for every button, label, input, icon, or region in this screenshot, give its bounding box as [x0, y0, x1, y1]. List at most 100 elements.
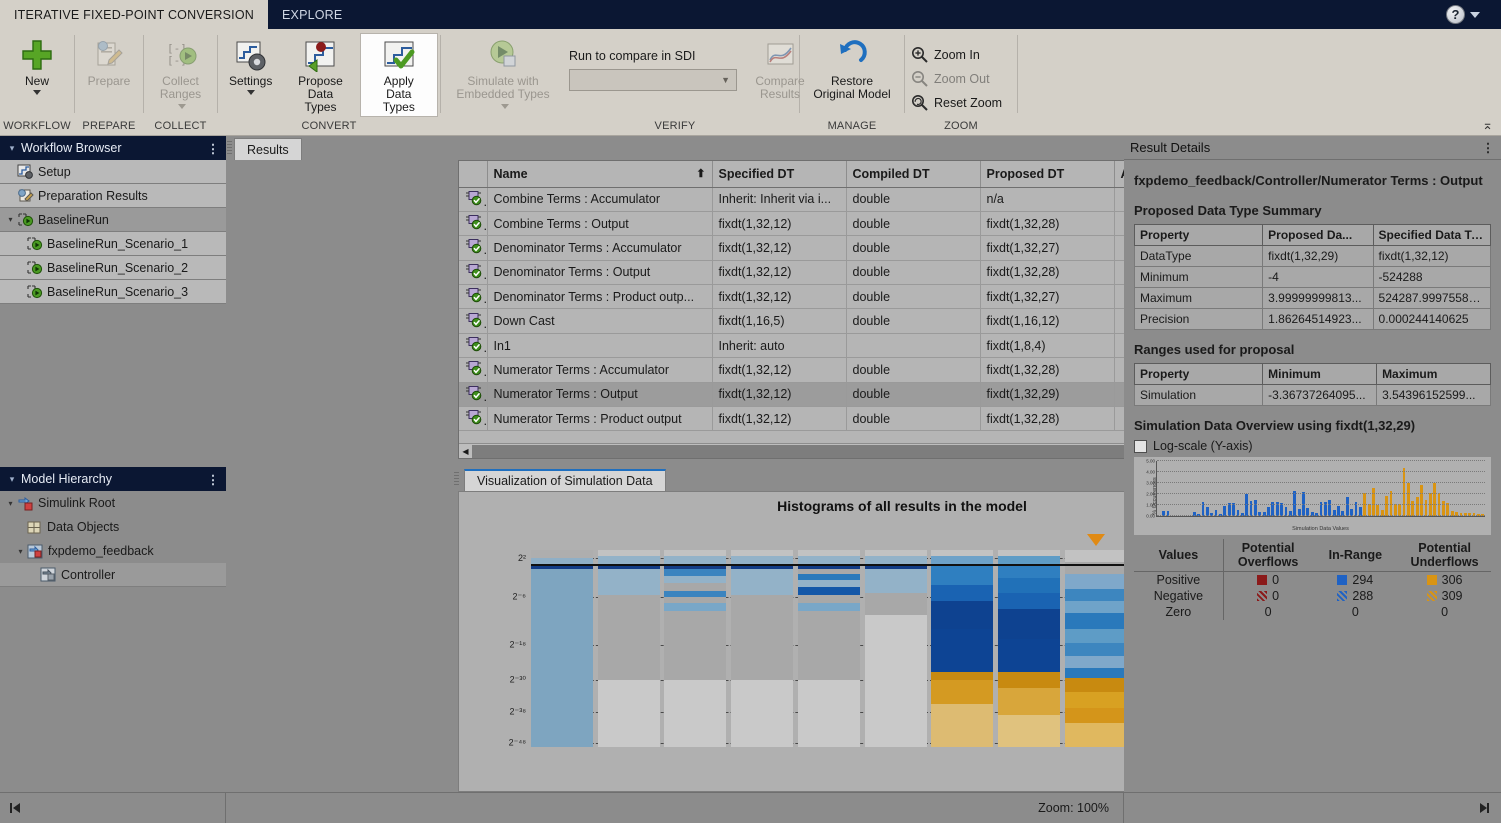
- workflow-browser-menu-icon[interactable]: ⋮: [206, 141, 220, 156]
- histogram-column[interactable]: [1065, 550, 1127, 747]
- chevron-down-icon[interactable]: ▾: [6, 474, 18, 485]
- table-row: Precision1.86264514923...0.000244140625: [1135, 309, 1491, 330]
- compiled-dt-cell: double: [846, 187, 980, 211]
- run-to-compare-select[interactable]: ▼: [569, 69, 737, 91]
- reset-zoom-button[interactable]: Reset Zoom: [907, 91, 1002, 115]
- result-details-menu-icon[interactable]: ⋮: [1481, 140, 1495, 155]
- preparation-results-icon: [17, 188, 34, 203]
- histogram-column[interactable]: [931, 550, 993, 747]
- mini-chart-bar: [1385, 496, 1388, 516]
- scroll-left-arrow[interactable]: ◀: [459, 447, 472, 456]
- column-header-compiled-dt[interactable]: Compiled DT: [846, 161, 980, 187]
- question-mark-icon[interactable]: ?: [1446, 5, 1465, 24]
- mini-chart-y-tick-label: 2.00: [1146, 492, 1157, 497]
- sidebar-item-preparation-results[interactable]: Preparation Results: [0, 184, 226, 208]
- sidebar-item-baselinerun-scenario-3[interactable]: BaselineRun_Scenario_3: [0, 280, 226, 304]
- result-name-cell: Denominator Terms : Accumulator: [487, 236, 712, 260]
- histogram-bin: [998, 639, 1060, 672]
- prepare-button[interactable]: Prepare: [79, 33, 140, 91]
- column-header-in-range: In-Range: [1313, 539, 1399, 572]
- column-header-name[interactable]: Name ⬆: [487, 161, 712, 187]
- chevron-down-icon[interactable]: [33, 90, 41, 95]
- histogram-bin: [798, 556, 860, 564]
- column-header-icon[interactable]: [459, 161, 487, 187]
- histogram-column[interactable]: [998, 550, 1060, 747]
- panel-gripper[interactable]: [227, 141, 232, 155]
- histogram-column[interactable]: [798, 550, 860, 747]
- model-hierarchy-menu-icon[interactable]: ⋮: [206, 472, 220, 487]
- sort-ascending-icon: ⬆: [696, 167, 705, 180]
- apply-data-types-button[interactable]: ApplyData Types: [360, 33, 438, 117]
- model-icon: [27, 544, 44, 559]
- proposed-dt-cell: fixdt(1,32,27): [980, 285, 1114, 309]
- sidebar-item-data-objects[interactable]: Data Objects: [0, 515, 226, 539]
- simulate-with-embedded-types-button[interactable]: Simulate withEmbedded Types: [443, 33, 563, 117]
- chart-y-tick-label: 2⁻⁶: [513, 592, 531, 603]
- log-scale-label: Log-scale (Y-axis): [1153, 439, 1253, 453]
- result-ok-icon: [459, 407, 487, 431]
- zoom-out-button[interactable]: Zoom Out: [907, 67, 990, 91]
- tab-visualization-of-simulation-data[interactable]: Visualization of Simulation Data: [464, 469, 666, 491]
- sidebar-item-simulink-root[interactable]: ▾ Simulink Root: [0, 491, 226, 515]
- collect-ranges-button[interactable]: [-] [-] CollectRanges: [146, 33, 215, 117]
- specified-dt-cell: fixdt(1,32,12): [712, 211, 846, 235]
- panel-gripper[interactable]: [454, 472, 459, 486]
- histogram-column[interactable]: [531, 550, 593, 747]
- chart-y-tick-label: 2⁻³⁸: [509, 706, 531, 717]
- histogram-column[interactable]: [865, 550, 927, 747]
- propose-data-types-button[interactable]: ProposeData Types: [281, 33, 359, 117]
- ranges-cell: Simulation: [1135, 385, 1263, 406]
- histogram-column[interactable]: [664, 550, 726, 747]
- apply-data-types-icon: [382, 38, 416, 72]
- specified-dt-cell: fixdt(1,32,12): [712, 382, 846, 406]
- scrollbar-thumb[interactable]: [472, 445, 1212, 458]
- chevron-down-icon[interactable]: [501, 104, 509, 109]
- histogram-bin: [664, 583, 726, 591]
- in-range-count: 0: [1313, 604, 1399, 620]
- mini-chart-bar: [1328, 500, 1331, 516]
- result-details-body: fxpdemo_feedback/Controller/Numerator Te…: [1124, 160, 1501, 628]
- sidebar-item-controller[interactable]: Controller: [0, 563, 226, 587]
- in-range-count: 294: [1313, 572, 1399, 589]
- log-scale-checkbox-row[interactable]: Log-scale (Y-axis): [1134, 439, 1491, 453]
- sidebar-item-baselinerun[interactable]: ▾ BaselineRun: [0, 208, 226, 232]
- button-label: Simulate withEmbedded Types: [452, 75, 554, 114]
- zoom-in-button[interactable]: Zoom In: [907, 43, 980, 67]
- tab-results[interactable]: Results: [234, 138, 302, 160]
- column-header-proposed-dt[interactable]: Proposed DT: [980, 161, 1114, 187]
- sidebar-item-setup[interactable]: Setup: [0, 160, 226, 184]
- help-area[interactable]: ?: [1431, 2, 1495, 27]
- compiled-dt-cell: double: [846, 358, 980, 382]
- histogram-column[interactable]: [731, 550, 793, 747]
- chevron-down-icon[interactable]: ▾: [6, 143, 18, 154]
- chevron-down-icon[interactable]: ▾: [4, 499, 17, 508]
- restore-original-model-button[interactable]: RestoreOriginal Model: [804, 33, 899, 104]
- tab-iterative-fixed-point-conversion[interactable]: ITERATIVE FIXED-POINT CONVERSION: [0, 0, 268, 29]
- histogram-bin: [598, 569, 660, 596]
- chevron-down-icon[interactable]: ▼: [721, 75, 730, 85]
- mini-chart-gridline: [1157, 471, 1485, 472]
- chevron-down-icon[interactable]: ▾: [4, 215, 17, 224]
- specified-dt-cell: Inherit: Inherit via i...: [712, 187, 846, 211]
- summary-cell: Precision: [1135, 309, 1263, 330]
- sidebar-item-baselinerun-scenario-1[interactable]: BaselineRun_Scenario_1: [0, 232, 226, 256]
- step-forward-icon[interactable]: [1477, 801, 1491, 815]
- table-header-row: Values Potential Overflows In-Range Pote…: [1134, 539, 1491, 572]
- proposed-dt-cell: n/a: [980, 187, 1114, 211]
- chevron-down-icon[interactable]: [1470, 12, 1480, 18]
- log-scale-checkbox[interactable]: [1134, 440, 1147, 453]
- chevron-down-icon[interactable]: [247, 90, 255, 95]
- settings-button[interactable]: Settings: [220, 33, 281, 98]
- tab-explore[interactable]: EXPLORE: [268, 0, 356, 29]
- collapse-ribbon-icon[interactable]: ⌅: [1482, 117, 1493, 133]
- histogram-column[interactable]: [598, 550, 660, 747]
- chevron-down-icon[interactable]: [178, 104, 186, 109]
- sidebar-item-baselinerun-scenario-2[interactable]: BaselineRun_Scenario_2: [0, 256, 226, 280]
- button-label-line2: Ranges: [160, 87, 201, 101]
- histogram-bin: [1065, 574, 1127, 590]
- sidebar-item-fxpdemo-feedback[interactable]: ▾ fxpdemo_feedback: [0, 539, 226, 563]
- go-to-start-icon[interactable]: [8, 801, 22, 815]
- column-header-specified-dt[interactable]: Specified DT: [712, 161, 846, 187]
- chevron-down-icon[interactable]: ▾: [14, 547, 27, 556]
- new-button[interactable]: New: [7, 33, 67, 98]
